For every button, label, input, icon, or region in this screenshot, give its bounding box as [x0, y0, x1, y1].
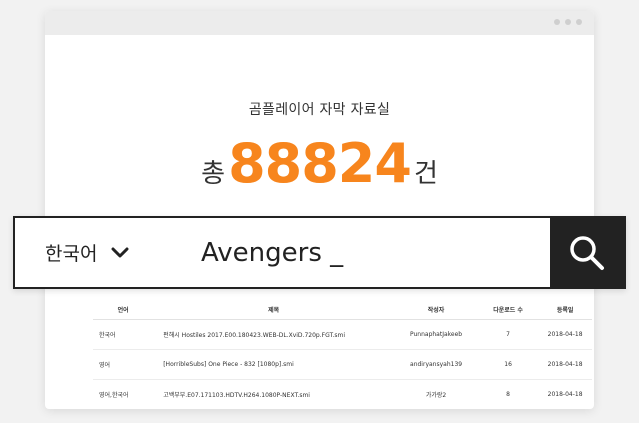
column-header-title[interactable]: 제목 — [153, 299, 395, 320]
row-downloads: 8 — [477, 379, 539, 409]
total-suffix: 건 — [413, 159, 438, 189]
row-title-link[interactable]: 펀해시 Hostiles 2017.E00.180423.WEB-DL.XviD… — [153, 319, 395, 350]
search-bar: 한국어 — [13, 216, 626, 289]
row-date: 2018-04-18 — [538, 349, 592, 380]
table-row[interactable]: 영어,한국어 고백부부.E07.171103.HDTV.H264.1080P-N… — [93, 379, 592, 409]
column-header-date[interactable]: 등록일 — [538, 299, 592, 320]
search-icon — [570, 235, 604, 270]
row-language: 영어,한국어 — [93, 379, 154, 409]
row-language: 영어 — [93, 349, 154, 380]
table-header-row: 언어 제목 작성자 다운로드 수 등록일 — [93, 299, 592, 320]
row-date: 2018-04-18 — [538, 379, 592, 409]
search-input[interactable] — [201, 228, 541, 277]
page-title: 곰플레이어 자막 자료실 — [248, 102, 391, 118]
window-dot-icon[interactable] — [554, 19, 560, 25]
table-row[interactable]: 한국어 펀해시 Hostiles 2017.E00.180423.WEB-DL.… — [93, 319, 592, 350]
subtitle-table: 언어 제목 작성자 다운로드 수 등록일 한국어 펀해시 Hostiles 20… — [93, 299, 592, 409]
row-author: PunnaphatJakeeb — [394, 319, 478, 350]
row-title-link[interactable]: [HorribleSubs] One Piece - 832 [1080p].s… — [153, 349, 395, 380]
total-prefix: 총 — [201, 159, 226, 189]
row-title-link[interactable]: 고백부부.E07.171103.HDTV.H264.1080P-NEXT.smi — [153, 379, 395, 409]
window-dot-icon[interactable] — [576, 19, 582, 25]
row-date: 2018-04-18 — [538, 319, 592, 350]
row-author: 가가랑2 — [394, 379, 478, 409]
app-window: 곰플레이어 자막 자료실 총88824 건 언어 제목 작성자 다운로드 수 등록… — [45, 11, 594, 409]
row-author: andiryansyah139 — [394, 349, 478, 380]
search-button[interactable] — [550, 218, 624, 287]
total-count-line: 총88824 건 — [45, 128, 594, 213]
window-titlebar — [45, 11, 594, 35]
total-count: 88824 — [228, 132, 412, 195]
column-header-language[interactable]: 언어 — [93, 299, 154, 320]
window-dot-icon[interactable] — [565, 19, 571, 25]
row-language: 한국어 — [93, 319, 154, 350]
language-select[interactable]: 한국어 — [45, 218, 129, 287]
table-row[interactable]: 영어 [HorribleSubs] One Piece - 832 [1080p… — [93, 349, 592, 380]
column-header-author[interactable]: 작성자 — [394, 299, 478, 320]
row-downloads: 16 — [477, 349, 539, 380]
chevron-down-icon — [111, 247, 129, 257]
column-header-downloads[interactable]: 다운로드 수 — [477, 299, 539, 320]
language-select-value: 한국어 — [45, 243, 98, 265]
window-controls — [554, 19, 582, 25]
row-downloads: 7 — [477, 319, 539, 350]
